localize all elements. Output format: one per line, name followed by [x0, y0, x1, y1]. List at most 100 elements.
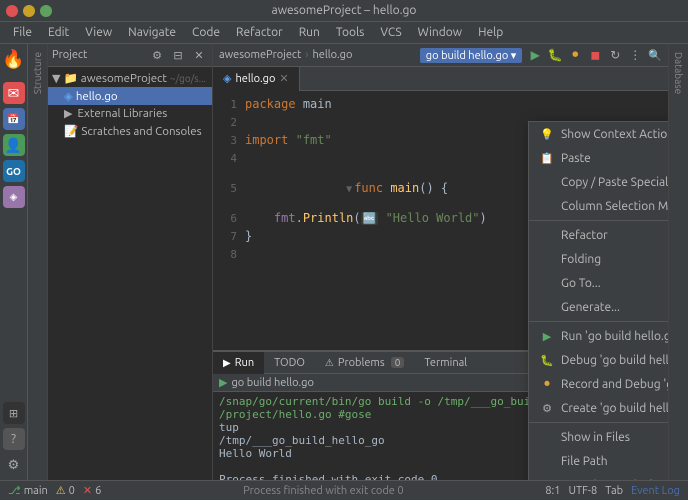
cm-label-create: Create 'go build hello.go'...: [561, 402, 668, 415]
gear-icon[interactable]: ⚙: [148, 46, 166, 64]
cm-column-selection[interactable]: Column Selection Mode Alt+Shift+Insert: [529, 194, 668, 218]
close-button[interactable]: [6, 5, 18, 17]
project-root-item[interactable]: ▼ 📁 awesomeProject ~/go/s...: [48, 69, 212, 87]
cm-refactor-icon: [539, 227, 555, 243]
cm-label-record: Record and Debug 'go build hello.go': [561, 378, 668, 391]
scratches-item[interactable]: 📝 Scratches and Consoles: [48, 122, 212, 140]
menu-edit[interactable]: Edit: [41, 24, 76, 41]
cm-run[interactable]: ▶ Run 'go build hello.go' Ctrl+Shift+F10: [529, 324, 668, 348]
menu-run[interactable]: Run: [292, 24, 327, 41]
external-folder-icon: ▶: [64, 107, 72, 120]
cm-label-generate: Generate...: [561, 301, 620, 314]
run-config-label[interactable]: go build hello.go ▾: [420, 48, 523, 63]
collapse-all-icon[interactable]: ⊟: [169, 46, 187, 64]
cm-goto[interactable]: Go To... ▶: [529, 271, 668, 295]
debug-button[interactable]: 🐛: [546, 46, 564, 64]
line-num-2: 2: [217, 116, 245, 129]
minimize-button[interactable]: [23, 5, 35, 17]
menu-file[interactable]: File: [6, 24, 39, 41]
run-config-terminal-label[interactable]: go build hello.go: [231, 377, 313, 389]
cm-sep-1: [529, 220, 668, 221]
event-log[interactable]: Event Log: [631, 485, 680, 497]
play-button[interactable]: ▶: [526, 46, 544, 64]
cm-label-terminal: Open in Terminal: [561, 479, 653, 481]
database-label[interactable]: Database: [673, 52, 684, 94]
breadcrumb-file[interactable]: hello.go: [312, 49, 352, 61]
search-icon[interactable]: 🔍: [648, 49, 662, 62]
cm-generate[interactable]: Generate... Alt+Insert: [529, 295, 668, 319]
line-num-5: 5: [217, 182, 245, 195]
term-out-text: /tmp/___go_build_hello_go: [219, 434, 385, 447]
warnings-status[interactable]: ⚠ 0: [56, 484, 75, 497]
line-num-4: 4: [217, 152, 245, 165]
breadcrumb-project[interactable]: awesomeProject: [219, 49, 301, 61]
git-status[interactable]: ⎇ main: [8, 484, 48, 497]
project-root-label: 📁: [63, 71, 77, 85]
debug-green-icon: 🐛: [539, 352, 555, 368]
cm-sep-3: [529, 422, 668, 423]
create-icon: ⚙: [539, 400, 555, 416]
run-controls: ▶ 🐛 ⏺ ◼ ↻ ⋮: [526, 46, 644, 64]
menu-window[interactable]: Window: [411, 24, 469, 41]
project-file-hello[interactable]: ◈ hello.go: [48, 87, 212, 105]
cm-record-debug[interactable]: ⏺ Record and Debug 'go build hello.go': [529, 372, 668, 396]
maximize-button[interactable]: [40, 5, 52, 17]
purple-icon[interactable]: ◈: [3, 186, 25, 208]
cm-debug[interactable]: 🐛 Debug 'go build hello.go': [529, 348, 668, 372]
fold-arrow[interactable]: ▼: [346, 184, 352, 195]
menu-tools[interactable]: Tools: [329, 24, 372, 41]
cm-show-files[interactable]: Show in Files: [529, 425, 668, 449]
cm-label-folding: Folding: [561, 253, 601, 266]
calendar-icon[interactable]: 📅: [3, 108, 25, 130]
titlebar: awesomeProject – hello.go: [0, 0, 688, 22]
cm-paste[interactable]: 📋 Paste Ctrl+V: [529, 146, 668, 170]
tab-terminal[interactable]: Terminal: [414, 352, 477, 374]
stop-button[interactable]: ◼: [586, 46, 604, 64]
more-run-button[interactable]: ⋮: [626, 46, 644, 64]
errors-status[interactable]: ✕ 6: [83, 484, 101, 497]
cm-folding[interactable]: Folding ▶: [529, 247, 668, 271]
contacts-icon[interactable]: 👤: [3, 134, 25, 156]
tab-close-icon[interactable]: ✕: [279, 72, 288, 85]
project-toolbar: Project ⚙ ⊟ ✕: [48, 44, 212, 67]
tab-problems[interactable]: ⚠ Problems 0: [315, 352, 414, 374]
cm-copy-icon: [539, 174, 555, 190]
menu-view[interactable]: View: [78, 24, 119, 41]
terminal-icon[interactable]: ⊞: [3, 402, 25, 424]
menu-refactor[interactable]: Refactor: [229, 24, 290, 41]
tab-file-icon: ◈: [223, 72, 231, 85]
run-tab-icon: ▶: [223, 357, 231, 369]
tab-todo[interactable]: TODO: [264, 352, 315, 374]
external-libraries-item[interactable]: ▶ External Libraries: [48, 105, 212, 122]
tab-run[interactable]: ▶ Run: [213, 352, 264, 374]
cm-refactor[interactable]: Refactor ▶: [529, 223, 668, 247]
menu-navigate[interactable]: Navigate: [121, 24, 183, 41]
record-debug-button[interactable]: ⏺: [566, 46, 584, 64]
editor-top-bar: awesomeProject › hello.go go build hello…: [213, 44, 668, 67]
cm-open-terminal[interactable]: Open in Terminal: [529, 473, 668, 480]
line-num-8: 8: [217, 248, 245, 261]
hide-icon[interactable]: ✕: [190, 46, 208, 64]
menu-vcs[interactable]: VCS: [373, 24, 408, 41]
cm-show-context-actions[interactable]: 💡 Show Context Actions Alt+Enter: [529, 122, 668, 146]
project-panel: Project ⚙ ⊟ ✕ ▼ 📁 awesomeProject ~/go/s.…: [48, 44, 213, 480]
reload-button[interactable]: ↻: [606, 46, 624, 64]
menu-help[interactable]: Help: [471, 24, 510, 41]
git-icon: ⎇: [8, 484, 21, 497]
encoding: UTF-8: [568, 485, 597, 497]
context-menu: 💡 Show Context Actions Alt+Enter 📋 Paste…: [528, 121, 668, 480]
mail-icon[interactable]: ✉: [3, 82, 25, 104]
settings-icon[interactable]: ⚙: [3, 454, 25, 476]
editor-tab-hello-go[interactable]: ◈ hello.go ✕: [213, 67, 300, 91]
go-file-icon: ◈: [64, 89, 73, 103]
cm-create-config[interactable]: ⚙ Create 'go build hello.go'...: [529, 396, 668, 420]
menu-code[interactable]: Code: [185, 24, 227, 41]
cm-file-path[interactable]: File Path Ctrl+Alt+Shift+2: [529, 449, 668, 473]
question-icon[interactable]: ?: [3, 428, 25, 450]
cm-copy-paste-special[interactable]: Copy / Paste Special ▶: [529, 170, 668, 194]
external-libraries-label: External Libraries: [77, 107, 167, 120]
goland-icon[interactable]: GO: [3, 160, 25, 182]
fire-icon[interactable]: 🔥: [3, 48, 25, 70]
structure-label[interactable]: Structure: [32, 52, 43, 94]
menubar: File Edit View Navigate Code Refactor Ru…: [0, 22, 688, 44]
